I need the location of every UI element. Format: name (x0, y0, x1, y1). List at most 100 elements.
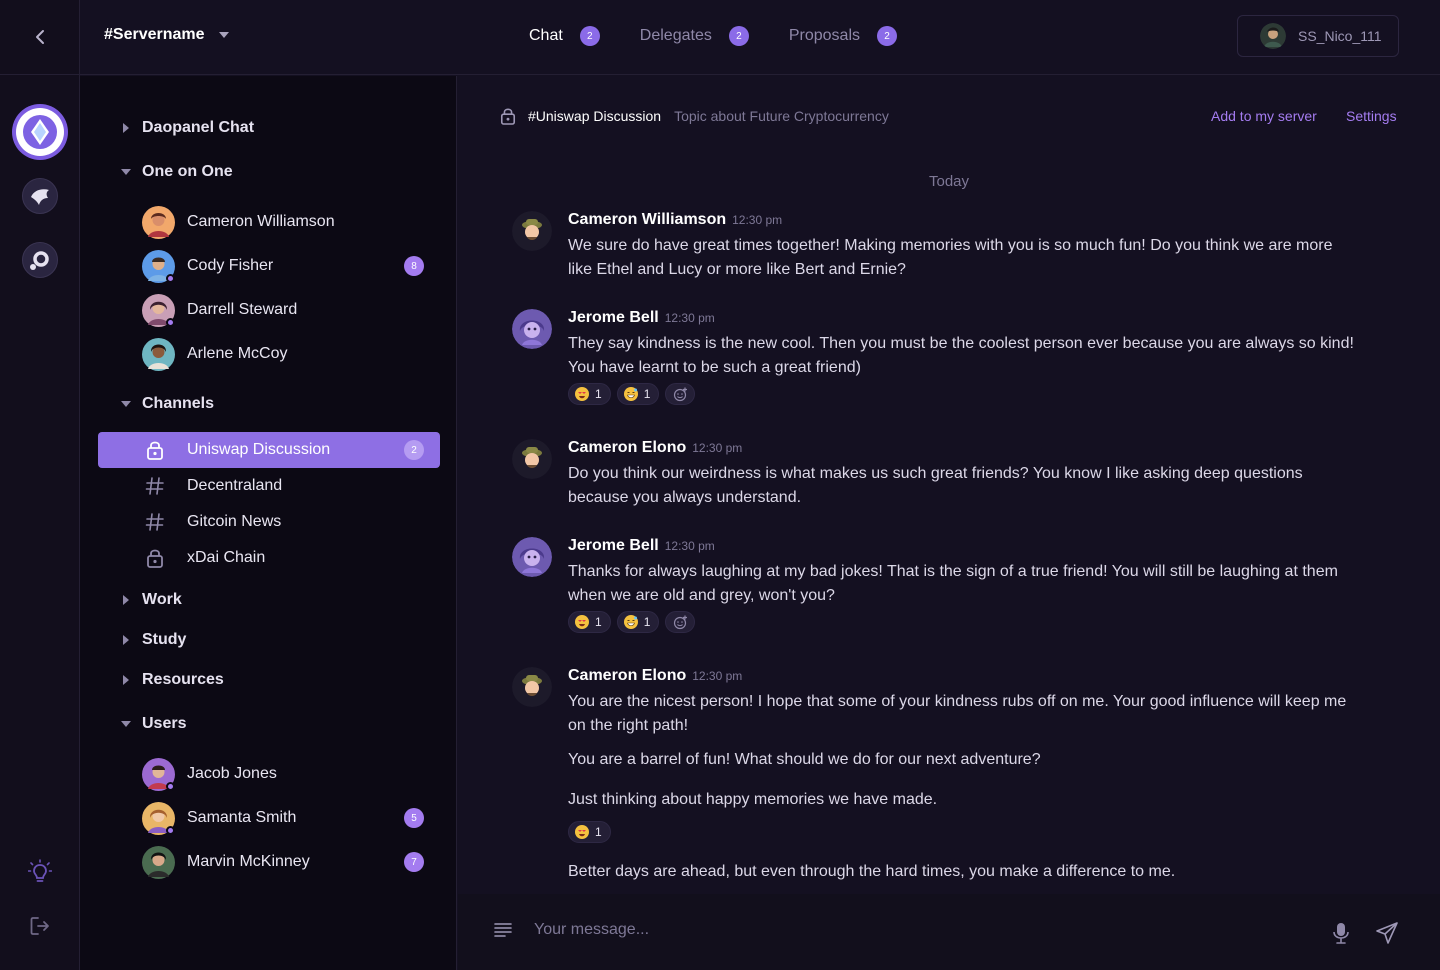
reaction-heart-eyes[interactable]: 1 (568, 383, 611, 405)
reaction-heart-eyes[interactable]: 1 (568, 611, 611, 633)
channel-item-gitcoin-news[interactable]: Gitcoin News (98, 504, 440, 540)
avatar (512, 309, 552, 349)
settings-link[interactable]: Settings (1346, 108, 1397, 124)
message-text: Do you think our weirdness is what makes… (568, 465, 1303, 506)
tab-label: Proposals (788, 27, 860, 44)
tab-delegates[interactable]: Delegates 2 (640, 26, 749, 46)
add-reaction-button[interactable] (665, 383, 696, 405)
user-name: Samanta Smith (187, 809, 297, 826)
add-reaction-button[interactable] (665, 611, 696, 633)
caret-right-icon (123, 635, 129, 645)
reaction-heart-eyes[interactable]: 1 (568, 821, 611, 843)
channel-item-decentraland[interactable]: Decentraland (98, 468, 440, 504)
channel-topic: Topic about Future Cryptocurrency (674, 108, 889, 124)
ring-logo-icon (30, 251, 49, 270)
heart-eyes-emoji-icon (575, 387, 589, 401)
section-channels[interactable]: Channels (120, 395, 214, 413)
back-button[interactable] (26, 23, 54, 51)
section-title: Users (142, 715, 187, 732)
channel-sidebar: Daopanel Chat One on One Cameron William… (80, 76, 457, 970)
section-resources[interactable]: Resources (120, 671, 224, 689)
section-one-on-one[interactable]: One on One (120, 163, 233, 181)
section-title: Daopanel Chat (142, 119, 255, 136)
section-users[interactable]: Users (120, 715, 186, 733)
message-author[interactable]: Cameron Elono (568, 439, 686, 457)
message-text: We sure do have great times together! Ma… (568, 237, 1333, 278)
message-time: 12:30 pm (692, 669, 743, 683)
channel-item-xdai-chain[interactable]: xDai Chain (98, 540, 440, 576)
microphone-icon (1333, 923, 1349, 944)
caret-down-icon (121, 169, 131, 175)
message-text: You are the nicest person! I hope that s… (568, 693, 1347, 734)
caret-right-icon (123, 675, 129, 685)
username: SS_Nico_111 (1298, 28, 1382, 44)
avatar (1260, 23, 1286, 49)
grin-sweat-emoji-icon (623, 387, 638, 401)
section-daopanel-chat[interactable]: Daopanel Chat (120, 119, 254, 137)
section-work[interactable]: Work (120, 591, 182, 609)
reactions: 1 1 (568, 383, 701, 405)
tab-label: Delegates (639, 27, 712, 44)
dm-item-cody-fisher[interactable]: Cody Fisher 8 (142, 249, 434, 283)
server-icon-active[interactable] (16, 108, 64, 156)
day-divider: Today (928, 173, 970, 190)
server-name: #Servername (104, 26, 205, 43)
server-icon-2[interactable] (16, 172, 64, 220)
lock-icon (147, 549, 163, 568)
section-study[interactable]: Study (120, 631, 186, 649)
user-item-marvin-mckinney[interactable]: Marvin McKinney 7 (142, 845, 434, 879)
composer (494, 921, 1234, 939)
avatar (512, 537, 552, 577)
caret-down-icon (218, 32, 229, 38)
channel-item-uniswap-discussion[interactable]: Uniswap Discussion 2 (98, 432, 440, 468)
theme-toggle-button[interactable] (26, 858, 54, 886)
online-status-dot (166, 781, 175, 791)
server-icon-3[interactable] (16, 236, 64, 284)
rail-header (0, 0, 79, 75)
hash-icon (145, 513, 164, 531)
voice-message-button[interactable] (1329, 921, 1353, 945)
chevron-left-icon (35, 30, 44, 44)
section-title: Resources (142, 671, 224, 688)
user-profile-button[interactable]: SS_Nico_111 (1237, 15, 1399, 57)
text-format-icon[interactable] (494, 922, 512, 938)
hash-icon (145, 477, 164, 495)
send-button[interactable] (1375, 921, 1399, 945)
heart-eyes-emoji-icon (575, 615, 589, 629)
section-title: Channels (142, 395, 215, 412)
tab-chat[interactable]: Chat 2 (529, 26, 600, 46)
message-time: 12:30 pm (664, 539, 715, 553)
channel-title: #Uniswap Discussion (528, 108, 662, 124)
reaction-grin-sweat[interactable]: 1 (616, 383, 660, 405)
dm-item-cameron-williamson[interactable]: Cameron Williamson (142, 205, 434, 239)
dm-item-arlene-mccoy[interactable]: Arlene McCoy (142, 337, 434, 371)
user-item-jacob-jones[interactable]: Jacob Jones (142, 757, 434, 791)
online-status-dot (166, 825, 175, 835)
lock-icon (500, 108, 516, 125)
unread-count-badge: 2 (404, 440, 424, 460)
message-author[interactable]: Cameron Williamson (568, 211, 726, 229)
server-switcher[interactable]: #Servername (104, 26, 229, 44)
bird-logo-icon (31, 189, 49, 205)
message-time: 12:30 pm (692, 441, 743, 455)
reaction-count: 1 (643, 615, 651, 629)
reaction-grin-sweat[interactable]: 1 (616, 611, 660, 633)
message-author[interactable]: Jerome Bell (568, 537, 659, 555)
message-author[interactable]: Cameron Elono (568, 667, 686, 685)
dm-name: Arlene McCoy (187, 345, 288, 362)
add-emoji-icon (673, 615, 687, 629)
message-author[interactable]: Jerome Bell (568, 309, 659, 327)
tab-proposals[interactable]: Proposals 2 (789, 26, 897, 46)
caret-down-icon (121, 401, 131, 407)
logout-button[interactable] (26, 912, 54, 940)
section-title: Work (142, 591, 182, 608)
user-item-samanta-smith[interactable]: Samanta Smith 5 (142, 801, 434, 835)
section-title: Study (142, 631, 187, 648)
dm-name: Darrell Steward (187, 301, 298, 318)
add-to-server-link[interactable]: Add to my server (1211, 108, 1317, 124)
server-rail (0, 0, 80, 970)
dm-item-darrell-steward[interactable]: Darrell Steward (142, 293, 434, 327)
ethereum-icon (23, 115, 57, 149)
message-input[interactable] (534, 921, 1234, 939)
caret-right-icon (123, 595, 129, 605)
